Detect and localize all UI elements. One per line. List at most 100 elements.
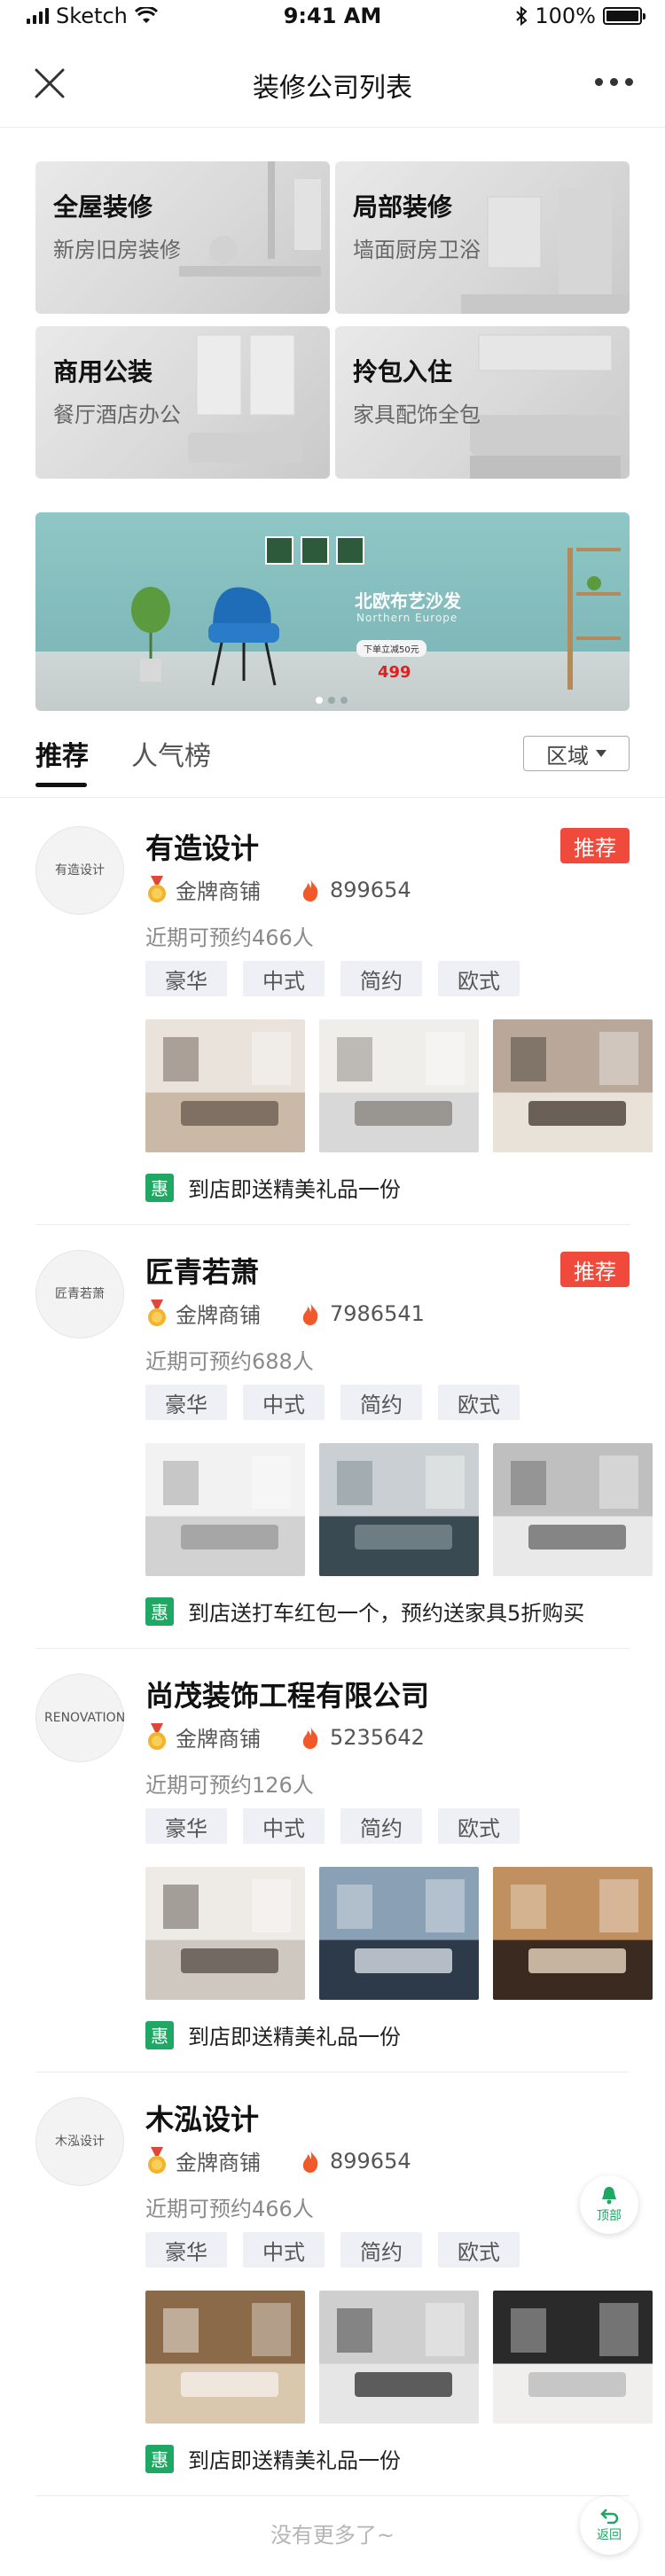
end-of-list-text: 没有更多了~ (270, 2523, 395, 2548)
case-photo[interactable] (493, 2291, 653, 2424)
style-tag[interactable]: 中式 (243, 961, 325, 996)
company-logo-text: RENOVATION (44, 1711, 126, 1725)
case-photos (145, 1443, 653, 1576)
case-photo[interactable] (319, 1019, 479, 1152)
room-image (337, 1032, 465, 1126)
company-card[interactable]: 木泓设计 木泓设计 金牌商铺 899654 近期可预约466人 豪华 中式 简约 欧式… (0, 2073, 665, 2496)
company-name: 匠青若萧 (145, 1255, 260, 1289)
company-card[interactable]: 匠青若萧 匠青若萧 推荐 金牌商铺 7986541 近期可预约688人 豪华 中式… (0, 1225, 665, 1649)
back-button[interactable]: 返回 (580, 2496, 638, 2555)
caret-down-icon (596, 750, 606, 757)
fire-icon (302, 878, 318, 902)
company-meta: 金牌商铺 899654 (145, 874, 411, 905)
case-photo[interactable] (145, 1443, 305, 1576)
return-arrow-icon (600, 2509, 619, 2524)
case-photo[interactable] (319, 2291, 479, 2424)
style-tag[interactable]: 豪华 (145, 961, 227, 996)
category-move-in[interactable]: 拎包入住 家具配饰全包 (335, 326, 630, 479)
case-photo[interactable] (493, 1867, 653, 2000)
more-icon[interactable] (595, 78, 633, 86)
banner-pagination (316, 697, 348, 704)
medal-icon (148, 1299, 166, 1326)
banner-subline: Northern Europe (356, 612, 458, 624)
style-tag[interactable]: 中式 (243, 1808, 325, 1844)
status-bar: Sketch 9:41 AM 100% (0, 0, 665, 35)
booking-count: 近期可预约466人 (145, 925, 314, 950)
tab-popularity[interactable]: 人气榜 (131, 734, 211, 773)
category-subtitle: 墙面厨房卫浴 (353, 238, 481, 262)
company-name: 有造设计 (145, 831, 260, 865)
case-photos (145, 2291, 653, 2424)
company-card[interactable]: 有造设计 有造设计 推荐 金牌商铺 899654 近期可预约466人 豪华 中式简… (0, 801, 665, 1225)
style-tag[interactable]: 豪华 (145, 2232, 227, 2268)
category-title: 局部装修 (353, 192, 453, 222)
category-grid: 全屋装修 新房旧房装修 局部装修 墙面厨房卫浴 商用公装 餐厅酒店办公 拎包入住… (35, 161, 630, 479)
style-tag[interactable]: 欧式 (438, 2232, 520, 2268)
interior-decor-image (461, 188, 630, 314)
medal-icon (148, 875, 166, 902)
category-subtitle: 餐厅酒店办公 (53, 402, 181, 427)
fire-icon (302, 1725, 318, 1749)
page-title: 装修公司列表 (253, 73, 412, 104)
region-filter-button[interactable]: 区域 (523, 736, 630, 771)
interior-decor-image (188, 334, 303, 463)
nav-bar: 装修公司列表 (0, 39, 665, 128)
style-tags: 豪华 中式 简约 欧式 (145, 2232, 520, 2268)
promo-text: 到店即送精美礼品一份 (188, 2448, 401, 2473)
recommend-badge: 推荐 (560, 828, 630, 863)
company-logo: 木泓设计 (35, 2097, 124, 2186)
style-tag[interactable]: 欧式 (438, 961, 520, 996)
discount-icon: 惠 (145, 2444, 174, 2473)
style-tag[interactable]: 中式 (243, 1385, 325, 1420)
case-photo[interactable] (145, 1019, 305, 1152)
promo-banner[interactable]: 北欧布艺沙发 Northern Europe 下单立减50元 499 (35, 512, 630, 711)
tab-recommend[interactable]: 推荐 (35, 734, 89, 787)
room-image (163, 1879, 291, 1973)
style-tag[interactable]: 中式 (243, 2232, 325, 2268)
case-photo[interactable] (493, 1019, 653, 1152)
category-whole-house[interactable]: 全屋装修 新房旧房装修 (35, 161, 330, 314)
discount-icon: 惠 (145, 1596, 174, 1626)
category-subtitle: 新房旧房装修 (53, 238, 181, 262)
company-meta: 金牌商铺 5235642 (145, 1721, 425, 1752)
style-tag[interactable]: 欧式 (438, 1385, 520, 1420)
category-subtitle: 家具配饰全包 (353, 402, 481, 427)
room-image (163, 1032, 291, 1126)
interior-decor-image (470, 334, 621, 479)
booking-count: 近期可预约126人 (145, 1773, 314, 1798)
case-photo[interactable] (145, 1867, 305, 2000)
case-photo[interactable] (145, 2291, 305, 2424)
style-tag[interactable]: 简约 (340, 1385, 422, 1420)
style-tags: 豪华 中式 简约 欧式 (145, 1385, 520, 1420)
style-tag[interactable]: 豪华 (145, 1385, 227, 1420)
promo-text: 到店即送精美礼品一份 (188, 2025, 401, 2049)
room-image (163, 1456, 291, 1550)
shop-rank: 金牌商铺 (176, 2151, 261, 2175)
category-commercial[interactable]: 商用公装 餐厅酒店办公 (35, 326, 330, 479)
heat-count: 899654 (330, 877, 411, 902)
style-tag[interactable]: 简约 (340, 2232, 422, 2268)
back-to-top-button[interactable]: 顶部 (580, 2175, 638, 2234)
case-photos (145, 1867, 653, 2000)
style-tags: 豪华 中式 简约 欧式 (145, 1808, 520, 1844)
case-photo[interactable] (493, 1443, 653, 1576)
banner-coupon: 下单立减50元 (356, 640, 426, 657)
case-photo[interactable] (319, 1867, 479, 2000)
heat-count: 5235642 (330, 1724, 425, 1750)
room-image (511, 1456, 638, 1550)
company-card[interactable]: RENOVATION 尚茂装饰工程有限公司 金牌商铺 5235642 近期可预约… (0, 1649, 665, 2073)
room-image (337, 1879, 465, 1973)
room-image (511, 1032, 638, 1126)
banner-headline: 北欧布艺沙发 (355, 590, 461, 612)
room-image (511, 1879, 638, 1973)
style-tag[interactable]: 欧式 (438, 1808, 520, 1844)
bluetooth-icon (516, 6, 528, 26)
company-name: 尚茂装饰工程有限公司 (145, 1679, 430, 1713)
style-tags: 豪华 中式 简约 欧式 (145, 961, 520, 996)
room-image (337, 2303, 465, 2397)
category-partial[interactable]: 局部装修 墙面厨房卫浴 (335, 161, 630, 314)
style-tag[interactable]: 简约 (340, 1808, 422, 1844)
style-tag[interactable]: 豪华 (145, 1808, 227, 1844)
case-photo[interactable] (319, 1443, 479, 1576)
style-tag[interactable]: 简约 (340, 961, 422, 996)
